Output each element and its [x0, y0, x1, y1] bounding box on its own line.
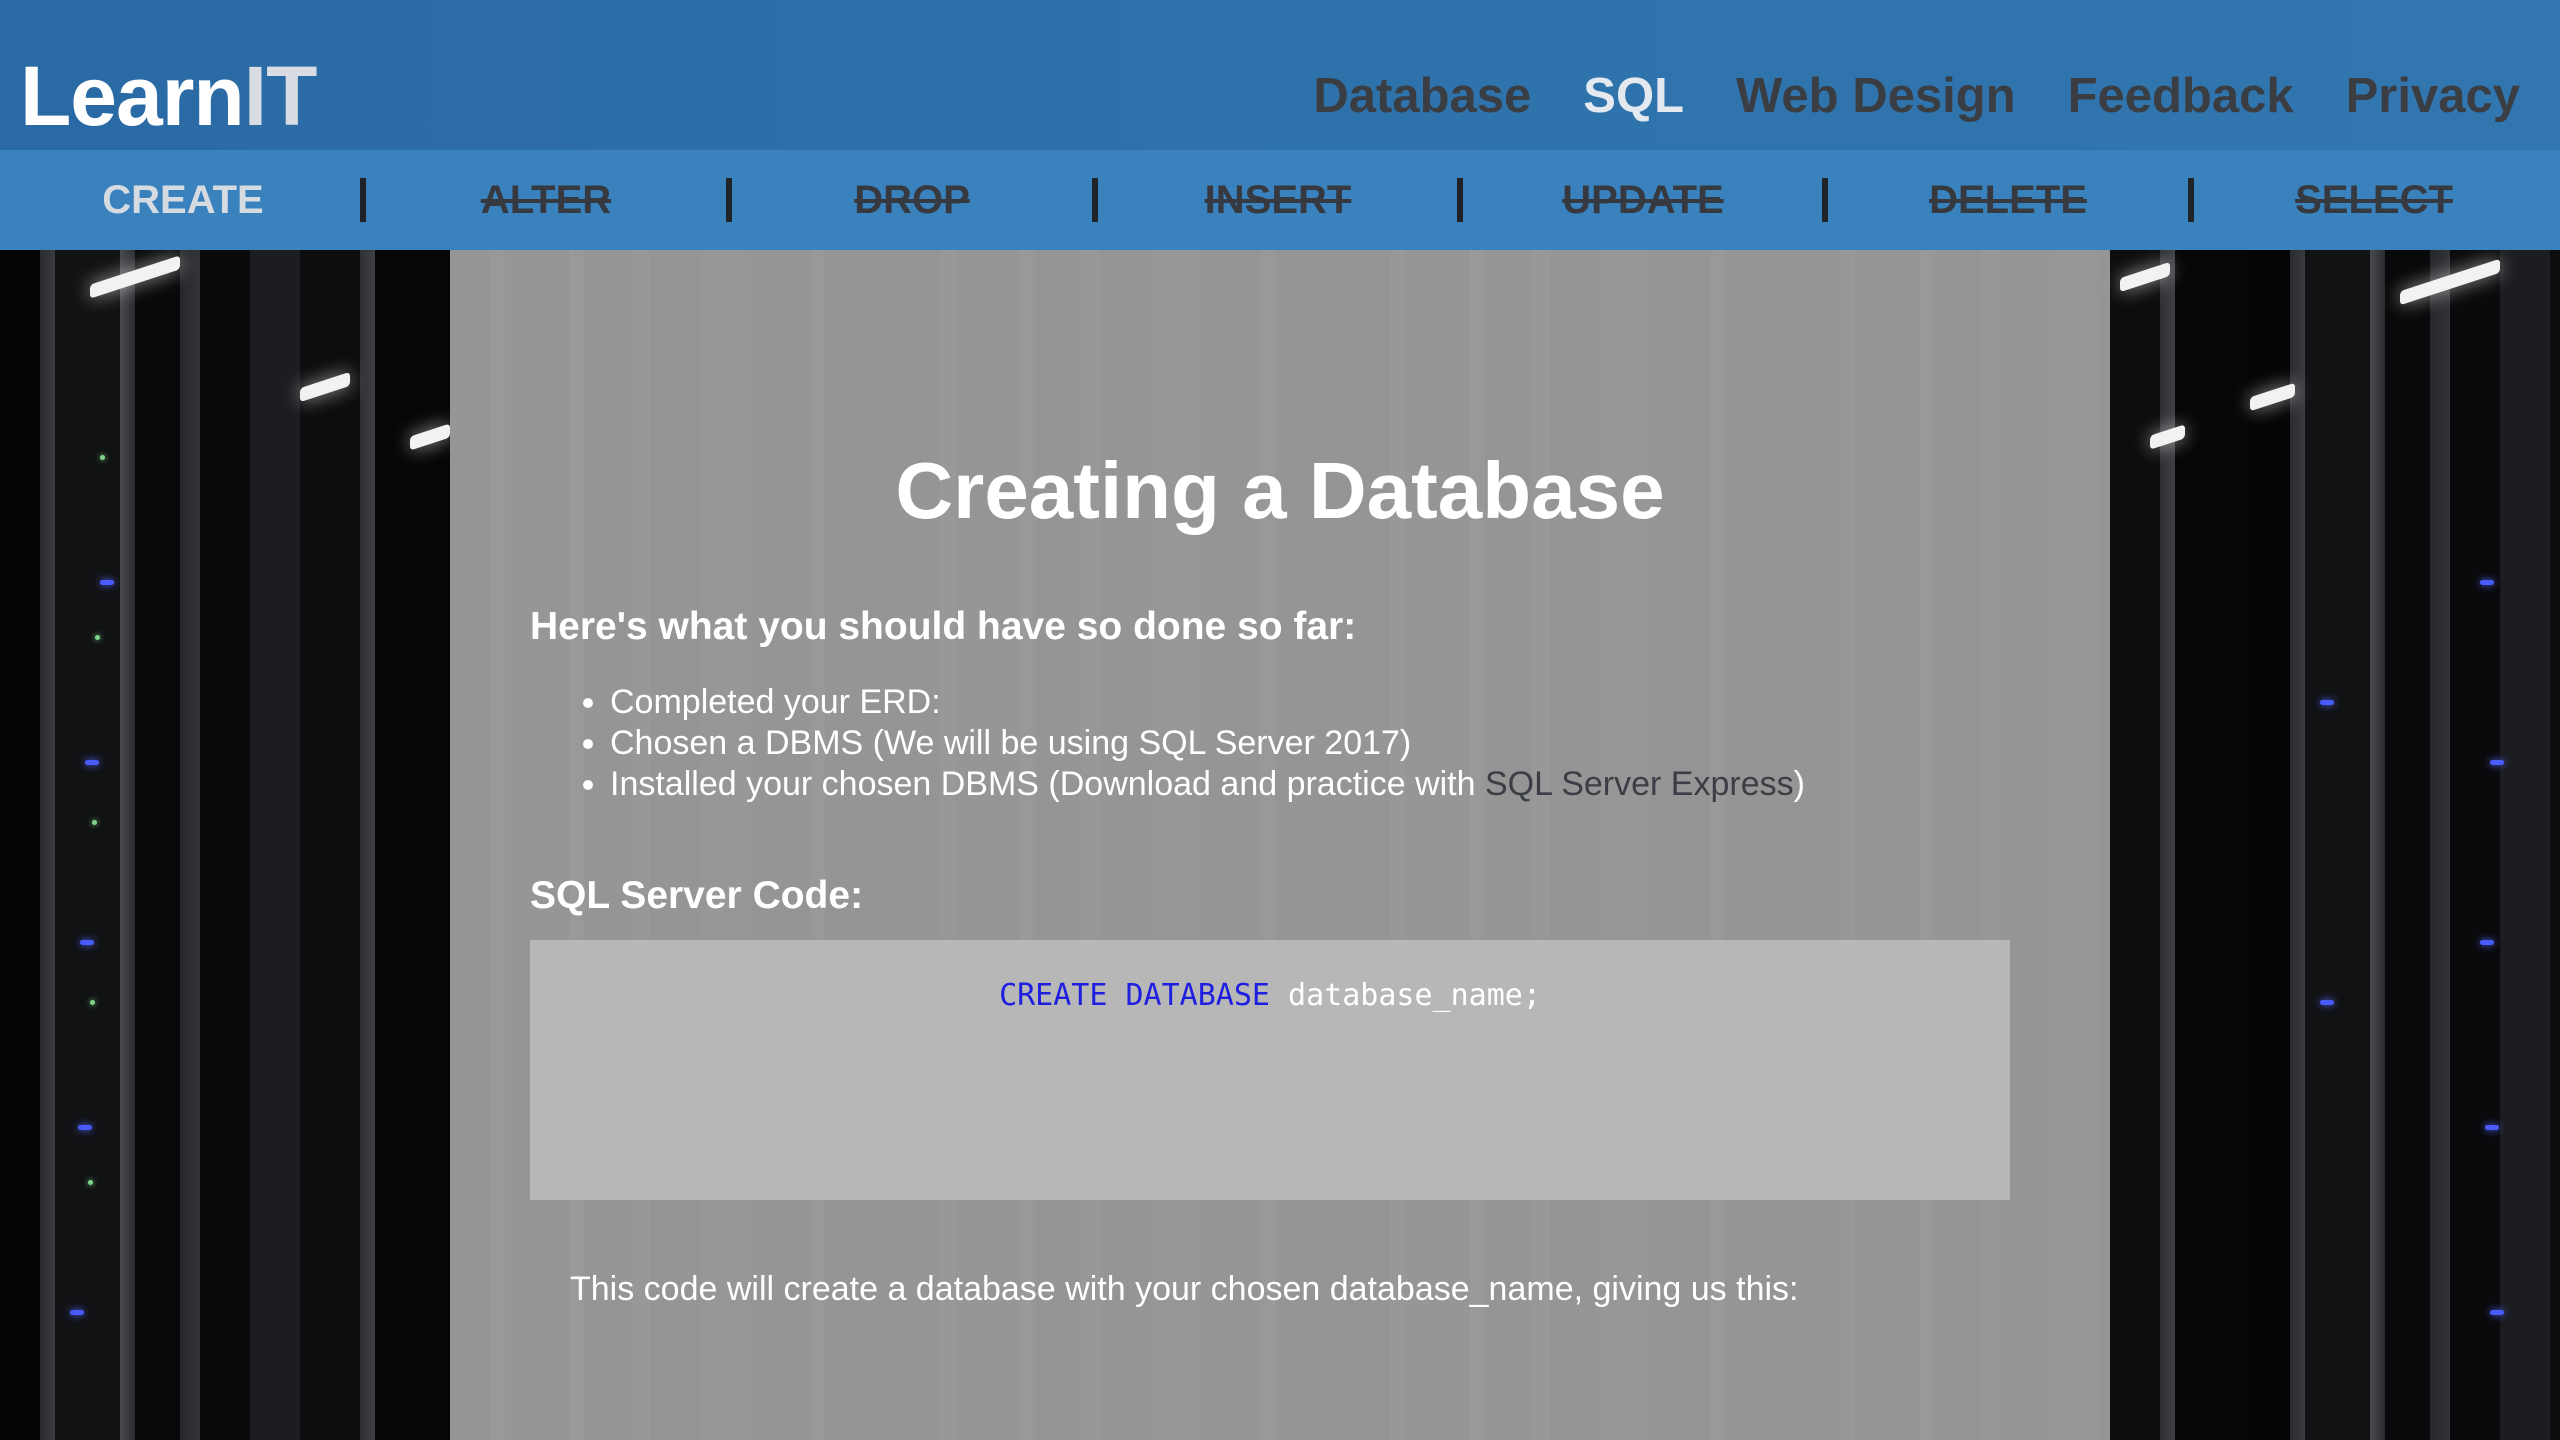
- sql-keyword: CREATE: [999, 978, 1108, 1013]
- subnav-create[interactable]: CREATE: [0, 150, 366, 250]
- server-led: [2485, 1125, 2499, 1130]
- main-nav: Database SQL Web Design Feedback Privacy: [1313, 68, 2520, 124]
- logo-accent-text: IT: [243, 49, 318, 143]
- server-led: [92, 820, 97, 825]
- server-led: [2490, 1310, 2504, 1315]
- code-description: This code will create a database with yo…: [570, 1270, 1799, 1308]
- nav-feedback[interactable]: Feedback: [2068, 68, 2294, 124]
- server-led: [2320, 700, 2334, 705]
- ceiling-light: [410, 423, 450, 451]
- sql-subnav: CREATE ALTER DROP INSERT UPDATE DELETE S…: [0, 150, 2560, 250]
- ceiling-light: [2120, 261, 2170, 293]
- content-panel: Creating a Database Here's what you shou…: [450, 250, 2110, 1440]
- server-led: [2320, 1000, 2334, 1005]
- subnav-delete[interactable]: DELETE: [1825, 150, 2191, 250]
- server-led: [2480, 580, 2494, 585]
- ceiling-light: [2400, 258, 2500, 306]
- list-item: Chosen a DBMS (We will be using SQL Serv…: [610, 723, 1805, 764]
- sql-identifier: database_name;: [1270, 978, 1541, 1013]
- sql-server-express-link[interactable]: SQL Server Express: [1485, 765, 1794, 803]
- nav-privacy[interactable]: Privacy: [2346, 68, 2520, 124]
- progress-list: Completed your ERD: Chosen a DBMS (We wi…: [530, 682, 1805, 805]
- subnav-insert[interactable]: INSERT: [1095, 150, 1461, 250]
- subnav-drop[interactable]: DROP: [729, 150, 1095, 250]
- subnav-alter[interactable]: ALTER: [363, 150, 729, 250]
- list-item-text: Installed your chosen DBMS (Download and…: [610, 765, 1485, 803]
- ceiling-light: [2150, 424, 2185, 450]
- site-header: LearnIT Database SQL Web Design Feedback…: [0, 0, 2560, 150]
- progress-heading: Here's what you should have so done so f…: [530, 605, 1357, 648]
- server-led: [2490, 760, 2504, 765]
- server-led: [88, 1180, 93, 1185]
- subnav-update[interactable]: UPDATE: [1460, 150, 1826, 250]
- server-led: [2480, 940, 2494, 945]
- ceiling-light: [90, 255, 180, 299]
- list-item: Completed your ERD:: [610, 682, 1805, 723]
- list-item: Installed your chosen DBMS (Download and…: [610, 764, 1805, 805]
- server-led: [100, 580, 114, 585]
- server-led: [100, 455, 105, 460]
- server-led: [95, 635, 100, 640]
- ceiling-light: [2250, 382, 2295, 412]
- ceiling-light: [300, 371, 350, 403]
- server-led: [90, 1000, 95, 1005]
- sql-keyword: DATABASE: [1125, 978, 1271, 1013]
- code-block: CREATE DATABASE database_name;: [530, 940, 2010, 1200]
- nav-database[interactable]: Database: [1313, 68, 1531, 124]
- code-heading: SQL Server Code:: [530, 874, 864, 917]
- nav-web-design[interactable]: Web Design: [1736, 68, 2016, 124]
- sql-code: CREATE DATABASE database_name;: [530, 978, 2010, 1013]
- server-led: [78, 1125, 92, 1130]
- nav-sql[interactable]: SQL: [1583, 68, 1684, 124]
- server-led: [85, 760, 99, 765]
- logo-text: Learn: [20, 49, 245, 143]
- subnav-select[interactable]: SELECT: [2191, 150, 2557, 250]
- page-title: Creating a Database: [895, 446, 1665, 535]
- list-item-text: ): [1793, 765, 1805, 803]
- server-led: [80, 940, 94, 945]
- site-logo[interactable]: LearnIT: [20, 48, 318, 145]
- server-led: [70, 1310, 84, 1315]
